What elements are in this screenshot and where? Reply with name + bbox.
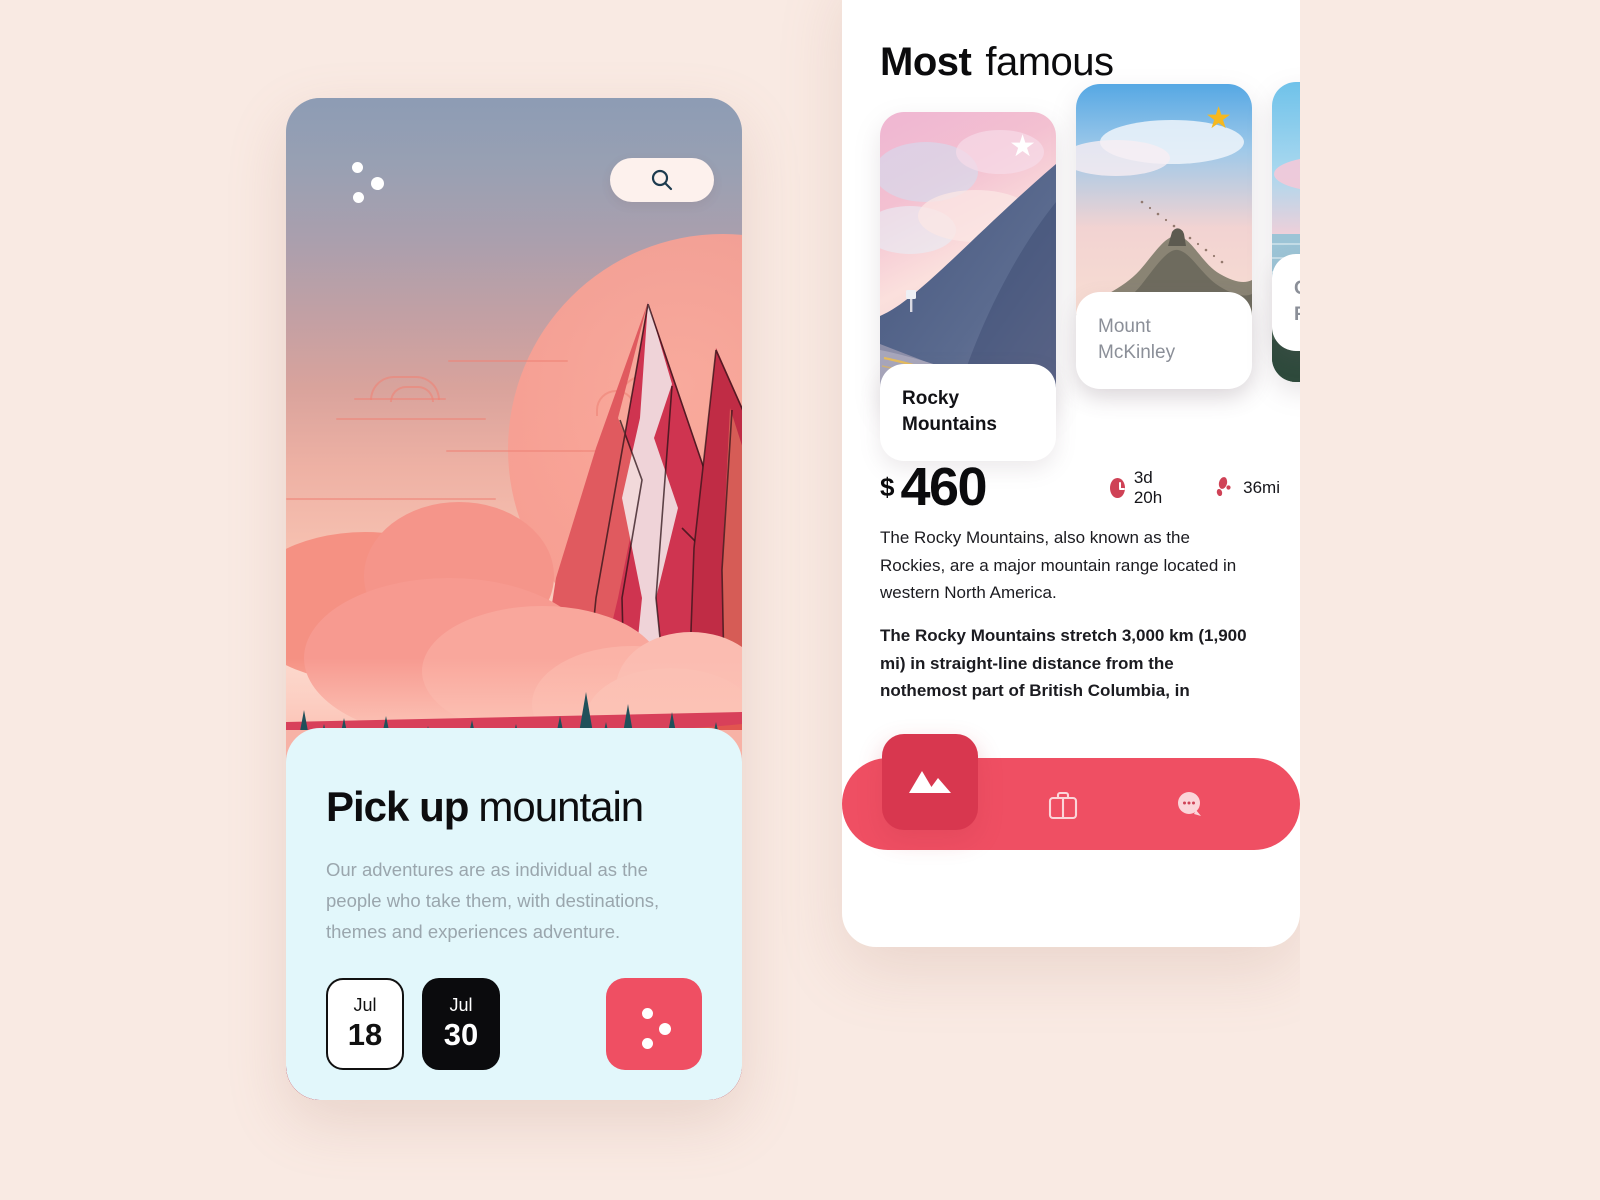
distance-text: 36mi [1243,477,1280,497]
clock-icon [1110,477,1125,498]
three-dots-branch-icon [642,1008,653,1019]
cloud-line [286,498,496,500]
date-chip-end[interactable]: Jul 30 [422,978,500,1070]
distance-meta: 36mi [1214,476,1280,499]
right-phone-screen: Most famous ★ Rocky Mountains ★ Mount Mc… [842,0,1300,947]
destination-name: Rocky Mountains [902,388,997,435]
price: $ 460 [880,457,988,517]
destination-label: Rocky Mountains [880,364,1056,462]
right-phone-clip-mask [1300,0,1600,1200]
price-row: $ 460 3d 20h 36mi [880,457,1280,517]
pick-up-card: Pick up mountain Our adventures are as in… [286,728,742,1100]
famous-destinations-carousel[interactable]: ★ Rocky Mountains ★ Mount McKinley [880,82,1300,462]
star-icon[interactable]: ★ [1205,104,1232,134]
description-paragraph-1: The Rocky Mountains, also known as the R… [880,528,1237,603]
destination-label: Cascade Range [1272,254,1300,352]
price-amount: 460 [900,457,987,517]
tab-explore[interactable] [882,734,978,830]
destination-card[interactable]: ★ Mount McKinley [1076,84,1252,412]
cloud-line [336,418,486,420]
search-button[interactable] [610,158,714,202]
most-famous-title-light: famous [985,40,1114,84]
page-title-light: mountain [478,783,644,830]
date-chip-start[interactable]: Jul 18 [326,978,404,1070]
most-famous-title-bold: Most [880,40,972,84]
destination-card[interactable]: ★ Rocky Mountains [880,112,1056,462]
tab-trips[interactable] [1040,782,1086,828]
date-chip-month: Jul [353,994,377,1015]
currency-symbol: $ [880,472,895,502]
duration-meta: 3d 20h [1110,468,1172,508]
page-title-bold: Pick up [326,783,469,830]
left-phone-screen: Pick up mountain Our adventures are as in… [286,98,742,1100]
chat-bubble-icon [1178,792,1201,816]
date-chip-month: Jul [449,994,473,1015]
most-famous-title: Most famous [880,40,1114,85]
briefcase-icon [1048,791,1078,820]
destination-card[interactable]: Cascade Range [1272,82,1300,412]
pick-up-description: Our adventures are as individual as the … [326,859,660,943]
date-chip-day: 18 [347,1016,383,1052]
search-icon [651,169,673,191]
page-title: Pick up mountain [326,786,702,828]
footprints-icon [1216,476,1231,496]
left-topbar [286,98,742,218]
three-dots-menu-icon[interactable] [352,162,386,203]
duration-text: 3d 20h [1133,467,1163,507]
date-chip-day: 30 [443,1016,479,1052]
star-icon[interactable]: ★ [1009,132,1036,162]
screenshot-root: Pick up mountain Our adventures are as in… [0,0,1600,1200]
destination-name: Mount McKinley [1098,316,1176,363]
mountain-icon [909,771,951,793]
date-chip-group: Jul 18 Jul 30 [326,978,500,1070]
cloud-line [390,386,434,402]
description-paragraph-2: The Rocky Mountains stretch 3,000 km (1,… [880,626,1247,701]
bottom-tabbar [842,734,1300,850]
destination-label: Mount McKinley [1076,292,1252,390]
continue-button[interactable] [606,978,702,1070]
tab-messages[interactable] [1168,782,1214,828]
